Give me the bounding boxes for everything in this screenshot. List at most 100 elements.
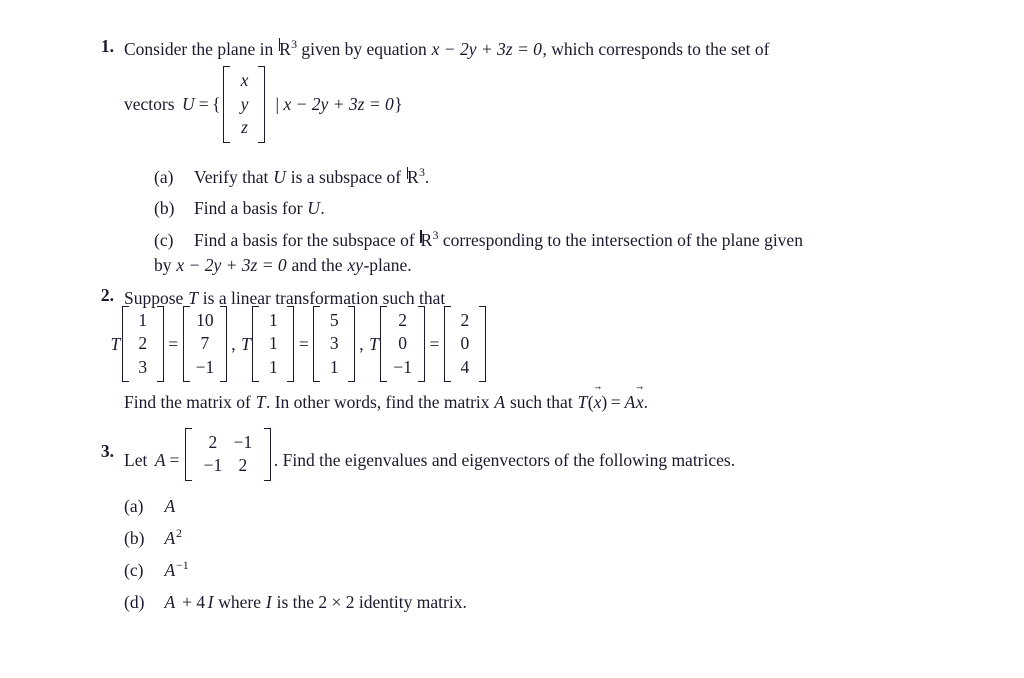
entry-1: 1 <box>138 310 148 330</box>
problem-3-item-a: (a) A <box>124 494 824 519</box>
transformation-1-separator: , <box>231 333 236 354</box>
subspace-U-symbol: U <box>182 93 195 114</box>
bracket-right <box>348 306 356 383</box>
item-c-expression: A <box>164 559 176 580</box>
problem-3-equals: = <box>169 450 180 471</box>
transformation-1-operator: T <box>110 333 121 354</box>
problem-1-intro-text-1: Consider the plane in <box>124 39 274 59</box>
problem-3-text-2: . Find the eigenvalues and eigenvectors … <box>273 450 736 471</box>
entry-2: 7 <box>200 333 210 354</box>
entry-2: 1 <box>268 333 278 354</box>
equals-sign: = <box>198 93 209 114</box>
transformation-1-output-entries: 10 7 −1 <box>190 306 221 382</box>
transformation-2-input-entries: 1 1 1 <box>259 306 287 382</box>
item-b-period: . <box>320 198 325 219</box>
conclusion-T-of-x: T <box>577 392 588 412</box>
item-c-line2-text-2: and the <box>291 255 343 276</box>
transformation-3-operator: T <box>369 333 379 354</box>
transformation-2-operator: T <box>241 333 251 354</box>
transformation-2-equals: = <box>298 333 309 354</box>
item-d-identity-symbol-2: I <box>265 591 272 612</box>
item-b-exponent: 2 <box>176 526 182 541</box>
vector-entry-z: z <box>241 117 248 138</box>
problem-3-item-c: (c) A−1 <box>124 558 824 583</box>
item-d-matrix-A: A <box>164 591 176 612</box>
item-a-text-2: is a subspace of <box>290 166 402 187</box>
cell-r2c1: −1 <box>203 455 223 476</box>
item-d-label: (d) <box>124 591 145 612</box>
item-a-expression: A <box>164 496 176 516</box>
problem-1-item-b: (b) Find a basis for U. <box>154 196 964 221</box>
transformation-2-output-entries: 5 3 1 <box>320 306 348 382</box>
item-c-line2-text-1: by <box>154 255 172 276</box>
problem-3-matrix-A-symbol: A <box>154 450 166 471</box>
column-vector-xyz: x y z <box>223 66 266 143</box>
transformation-2-separator: , <box>359 333 364 354</box>
conclusion-equals: = <box>610 392 621 412</box>
entry-3: 1 <box>329 356 339 377</box>
item-c-body: Find a basis for the subspace of 3 corre… <box>154 228 803 276</box>
entry-3: 4 <box>460 356 470 377</box>
bracket-left <box>313 306 321 383</box>
problem-3-statement: Let A = 2 −1 −1 2 . Find the eigenvalues… <box>124 428 984 481</box>
bracket-left <box>443 306 451 383</box>
conclusion-text-2: . In other words, find the matrix <box>265 392 490 412</box>
transformation-1-output-vector: 10 7 −1 <box>182 306 228 383</box>
conclusion-symbol-T: T <box>255 392 266 412</box>
transformation-3-input-vector: 2 0 −1 <box>380 306 425 383</box>
bracket-right <box>220 306 228 383</box>
conclusion-symbol-A: A <box>494 392 506 412</box>
transformation-3-output-entries: 2 0 4 <box>451 306 479 382</box>
transformation-2-output-vector: 5 3 1 <box>313 306 356 383</box>
transformation-3-input-entries: 2 0 −1 <box>387 306 418 382</box>
item-d-text-2: is the 2 × 2 identity matrix. <box>276 591 467 612</box>
transformation-1-equals: = <box>168 333 179 354</box>
item-c-plane-equation: x − 2y + 3z = 0 <box>176 255 287 276</box>
item-c-label: (c) <box>154 230 174 251</box>
entry-1: 5 <box>329 310 339 330</box>
real-numbers-symbol <box>278 36 291 62</box>
problem-1-item-c: (c) Find a basis for the subspace of 3 c… <box>154 228 964 278</box>
vector-x-symbol: x <box>594 389 602 415</box>
cell-r1c2: −1 <box>233 432 253 452</box>
set-brace-close: } <box>394 93 403 114</box>
problem-2-intro-text-2: is a linear transformation such that <box>202 288 446 308</box>
item-d-body: A + 4I where I is the 2 × 2 identity mat… <box>164 592 467 612</box>
vector-entry-x: x <box>240 70 249 91</box>
problem-1-statement: Consider the plane in 3 given by equatio… <box>124 36 964 62</box>
bracket-right <box>417 306 425 383</box>
entry-3: −1 <box>393 356 412 377</box>
item-c-real-numbers-symbol <box>419 228 432 253</box>
item-c-label: (c) <box>124 559 144 580</box>
item-a-body: A <box>164 496 176 516</box>
document-page: 1. Consider the plane in 3 given by equa… <box>0 0 1024 678</box>
vectors-label: vectors <box>124 93 175 114</box>
item-c-exponent: −1 <box>176 557 189 572</box>
item-b-label: (b) <box>124 527 145 548</box>
problem-1: 1. Consider the plane in 3 given by equa… <box>84 36 964 278</box>
bracket-left <box>182 306 190 383</box>
entry-2: 0 <box>398 333 408 354</box>
bracket-right <box>156 306 164 383</box>
entry-1: 1 <box>268 310 278 330</box>
item-c-text-1: Find a basis for the subspace of <box>194 230 415 251</box>
bracket-left <box>223 66 231 143</box>
transformation-3-equals: = <box>429 333 440 354</box>
transformation-2-input-vector: 1 1 1 <box>252 306 295 383</box>
transformation-3-output-vector: 2 0 4 <box>443 306 486 383</box>
bracket-left <box>121 306 129 383</box>
matrix-row: 2 −1 <box>198 431 258 454</box>
problem-3-number: 3. <box>100 441 114 461</box>
item-a-label: (a) <box>154 166 174 187</box>
problem-1-set-definition: vectors U = { x y z | x − 2y + 3z = 0} <box>124 66 964 143</box>
bracket-left <box>380 306 388 383</box>
problem-3-subitems: (a) A (b) A2 (c) A−1 (d) A + 4I where I <box>124 494 824 614</box>
entry-2: 3 <box>329 333 339 354</box>
bracket-left <box>184 428 192 481</box>
matrix-A: 2 −1 −1 2 <box>184 428 271 481</box>
matrix-row: −1 2 <box>198 454 258 477</box>
entry-2: 0 <box>460 333 470 354</box>
problem-2-intro-text-1: Suppose <box>124 288 184 308</box>
bracket-left <box>252 306 260 383</box>
set-condition-equation: x − 2y + 3z = 0 <box>283 93 394 114</box>
